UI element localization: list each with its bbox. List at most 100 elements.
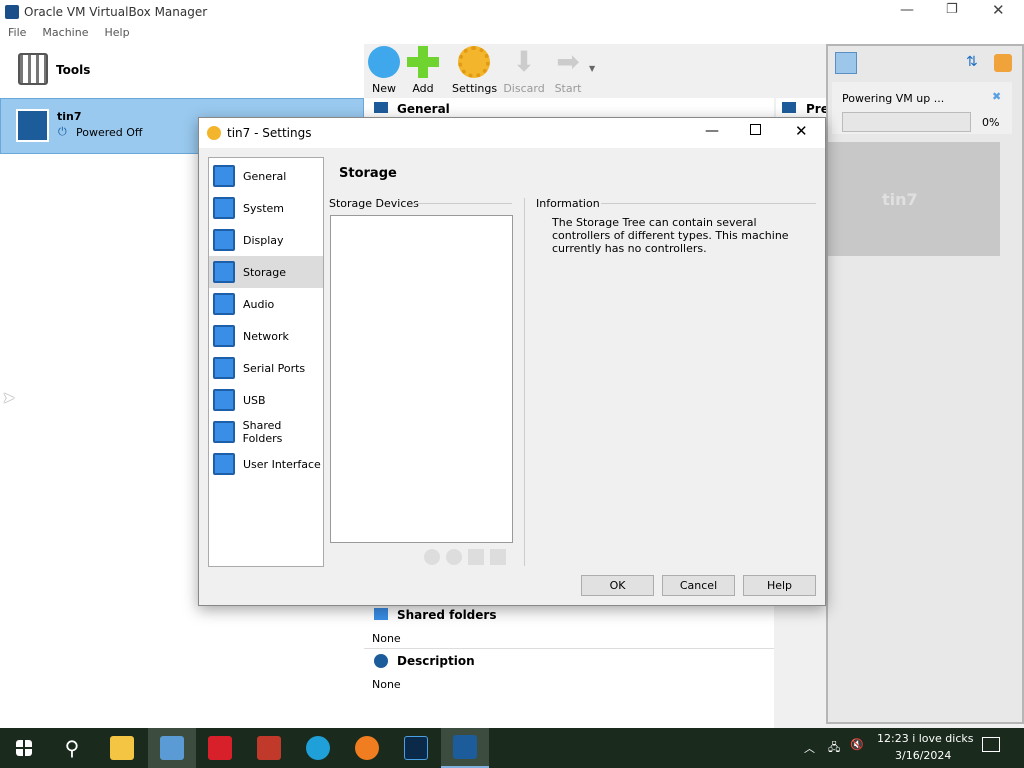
avast-button[interactable] bbox=[343, 728, 391, 768]
start-dropdown-icon[interactable]: ▼ bbox=[589, 64, 595, 73]
monitor-icon bbox=[782, 102, 796, 113]
folder-icon bbox=[110, 736, 134, 760]
discard-button[interactable]: ⬇ Discard bbox=[502, 46, 546, 96]
ok-button[interactable]: OK bbox=[581, 575, 654, 596]
dialog-titlebar: tin7 - Settings — ✕ bbox=[199, 118, 825, 148]
virtualbox-taskbar-button[interactable] bbox=[441, 728, 489, 768]
system-icon bbox=[213, 197, 235, 219]
new-label: New bbox=[372, 82, 396, 95]
new-button[interactable]: New bbox=[362, 46, 406, 95]
nav-item-shared-folders[interactable]: Shared Folders bbox=[209, 416, 323, 448]
dialog-close-button[interactable]: ✕ bbox=[795, 122, 808, 140]
serial-ports-icon bbox=[213, 357, 235, 379]
nav-label: System bbox=[243, 201, 285, 215]
audio-icon bbox=[213, 293, 235, 315]
nav-item-system[interactable]: System bbox=[209, 192, 323, 224]
add-controller-icon[interactable] bbox=[424, 549, 440, 565]
nav-item-display[interactable]: Display bbox=[209, 224, 323, 256]
bandicam-button[interactable] bbox=[196, 728, 244, 768]
menu-file[interactable]: File bbox=[8, 26, 26, 39]
dialog-maximize-button[interactable] bbox=[750, 124, 761, 135]
nav-label: Network bbox=[243, 329, 289, 343]
window-title: Oracle VM VirtualBox Manager bbox=[24, 5, 208, 19]
general-section-header: General bbox=[364, 98, 774, 118]
b-icon bbox=[208, 736, 232, 760]
nav-item-serial-ports[interactable]: Serial Ports bbox=[209, 352, 323, 384]
nav-item-network[interactable]: Network bbox=[209, 320, 323, 352]
nav-item-audio[interactable]: Audio bbox=[209, 288, 323, 320]
settings-dialog: tin7 - Settings — ✕ General System Display… bbox=[198, 117, 826, 606]
description-value: None bbox=[372, 678, 401, 691]
action-center-icon[interactable] bbox=[982, 737, 1000, 752]
nav-label: Shared Folders bbox=[242, 419, 283, 445]
vm-state: Powered Off bbox=[76, 126, 143, 139]
dialog-minimize-button[interactable]: — bbox=[705, 123, 719, 139]
remove-attachment-icon[interactable] bbox=[490, 549, 506, 565]
close-notification-icon[interactable]: ✖ bbox=[992, 90, 1001, 103]
nav-item-usb[interactable]: USB bbox=[209, 384, 323, 416]
usb-icon bbox=[213, 389, 235, 411]
close-button[interactable]: ✕ bbox=[992, 1, 1005, 19]
start-menu-button[interactable] bbox=[0, 728, 48, 768]
general-title: General bbox=[397, 102, 450, 116]
page-title: Storage bbox=[339, 166, 397, 181]
vmware-button[interactable] bbox=[392, 728, 440, 768]
cancel-button[interactable]: Cancel bbox=[662, 575, 735, 596]
general-icon bbox=[213, 165, 235, 187]
windows-icon bbox=[16, 740, 32, 756]
gear-icon bbox=[458, 46, 490, 78]
nav-item-general[interactable]: General bbox=[209, 160, 323, 192]
add-button[interactable]: Add bbox=[401, 46, 445, 95]
nav-label: USB bbox=[243, 393, 266, 407]
vm-name: tin7 bbox=[57, 110, 82, 123]
preview-section-header: Preview bbox=[776, 98, 826, 118]
settings-button[interactable]: Settings bbox=[452, 46, 498, 95]
menu-help[interactable]: Help bbox=[104, 26, 129, 39]
help-button[interactable]: Help bbox=[743, 575, 816, 596]
preview-title: Preview bbox=[806, 102, 826, 116]
storage-tree[interactable] bbox=[330, 215, 513, 543]
description-title: Description bbox=[397, 654, 475, 668]
file-explorer-button[interactable] bbox=[98, 728, 146, 768]
network-icon[interactable]: 🖧 bbox=[828, 739, 840, 758]
virtualbox-icon bbox=[5, 5, 19, 19]
edge-button[interactable] bbox=[294, 728, 342, 768]
settings-nav: General System Display Storage Audio Network S… bbox=[208, 157, 324, 567]
settings-label: Settings bbox=[452, 82, 498, 95]
search-button[interactable]: ⚲ bbox=[48, 728, 96, 768]
storage-icon bbox=[213, 261, 235, 283]
nav-label: General bbox=[243, 169, 287, 183]
clock-date[interactable]: 3/16/2024 bbox=[895, 749, 951, 762]
volume-muted-icon[interactable]: 🔇 bbox=[850, 738, 864, 751]
clock-time[interactable]: 12:23 i love dicks bbox=[877, 732, 974, 745]
nav-label: Audio bbox=[243, 297, 275, 311]
progress-bar bbox=[842, 112, 971, 132]
vm-os-icon bbox=[16, 109, 49, 142]
minimize-button[interactable]: — bbox=[900, 2, 914, 18]
notification-text: Powering VM up ... bbox=[842, 92, 945, 105]
nav-label: Storage bbox=[243, 265, 287, 279]
archive-icon bbox=[257, 736, 281, 760]
restore-button[interactable]: ❐ bbox=[946, 2, 958, 17]
storage-toolbar bbox=[424, 549, 506, 565]
sort-icon[interactable]: ⇅ bbox=[966, 54, 982, 72]
add-attachment-icon[interactable] bbox=[468, 549, 484, 565]
edge-icon bbox=[306, 736, 330, 760]
start-button[interactable]: ➡ Start bbox=[546, 46, 590, 96]
network-icon bbox=[213, 325, 235, 347]
add-icon bbox=[407, 46, 439, 78]
shared-folders-icon bbox=[213, 421, 235, 443]
winrar-button[interactable] bbox=[245, 728, 293, 768]
notification-icon[interactable] bbox=[835, 52, 857, 74]
vm-preview: tin7 bbox=[828, 142, 1000, 256]
tools-item[interactable]: Tools bbox=[0, 48, 364, 92]
tray-chevron-icon[interactable]: ︿ bbox=[804, 740, 815, 756]
dismiss-all-icon[interactable] bbox=[994, 54, 1012, 72]
nav-item-user-interface[interactable]: User Interface bbox=[209, 448, 323, 480]
remove-controller-icon[interactable] bbox=[446, 549, 462, 565]
progress-percent: 0% bbox=[982, 116, 1000, 129]
menu-machine[interactable]: Machine bbox=[42, 26, 88, 39]
app-button[interactable] bbox=[148, 728, 196, 768]
nav-item-storage[interactable]: Storage bbox=[209, 256, 323, 288]
tools-label: Tools bbox=[56, 63, 91, 77]
